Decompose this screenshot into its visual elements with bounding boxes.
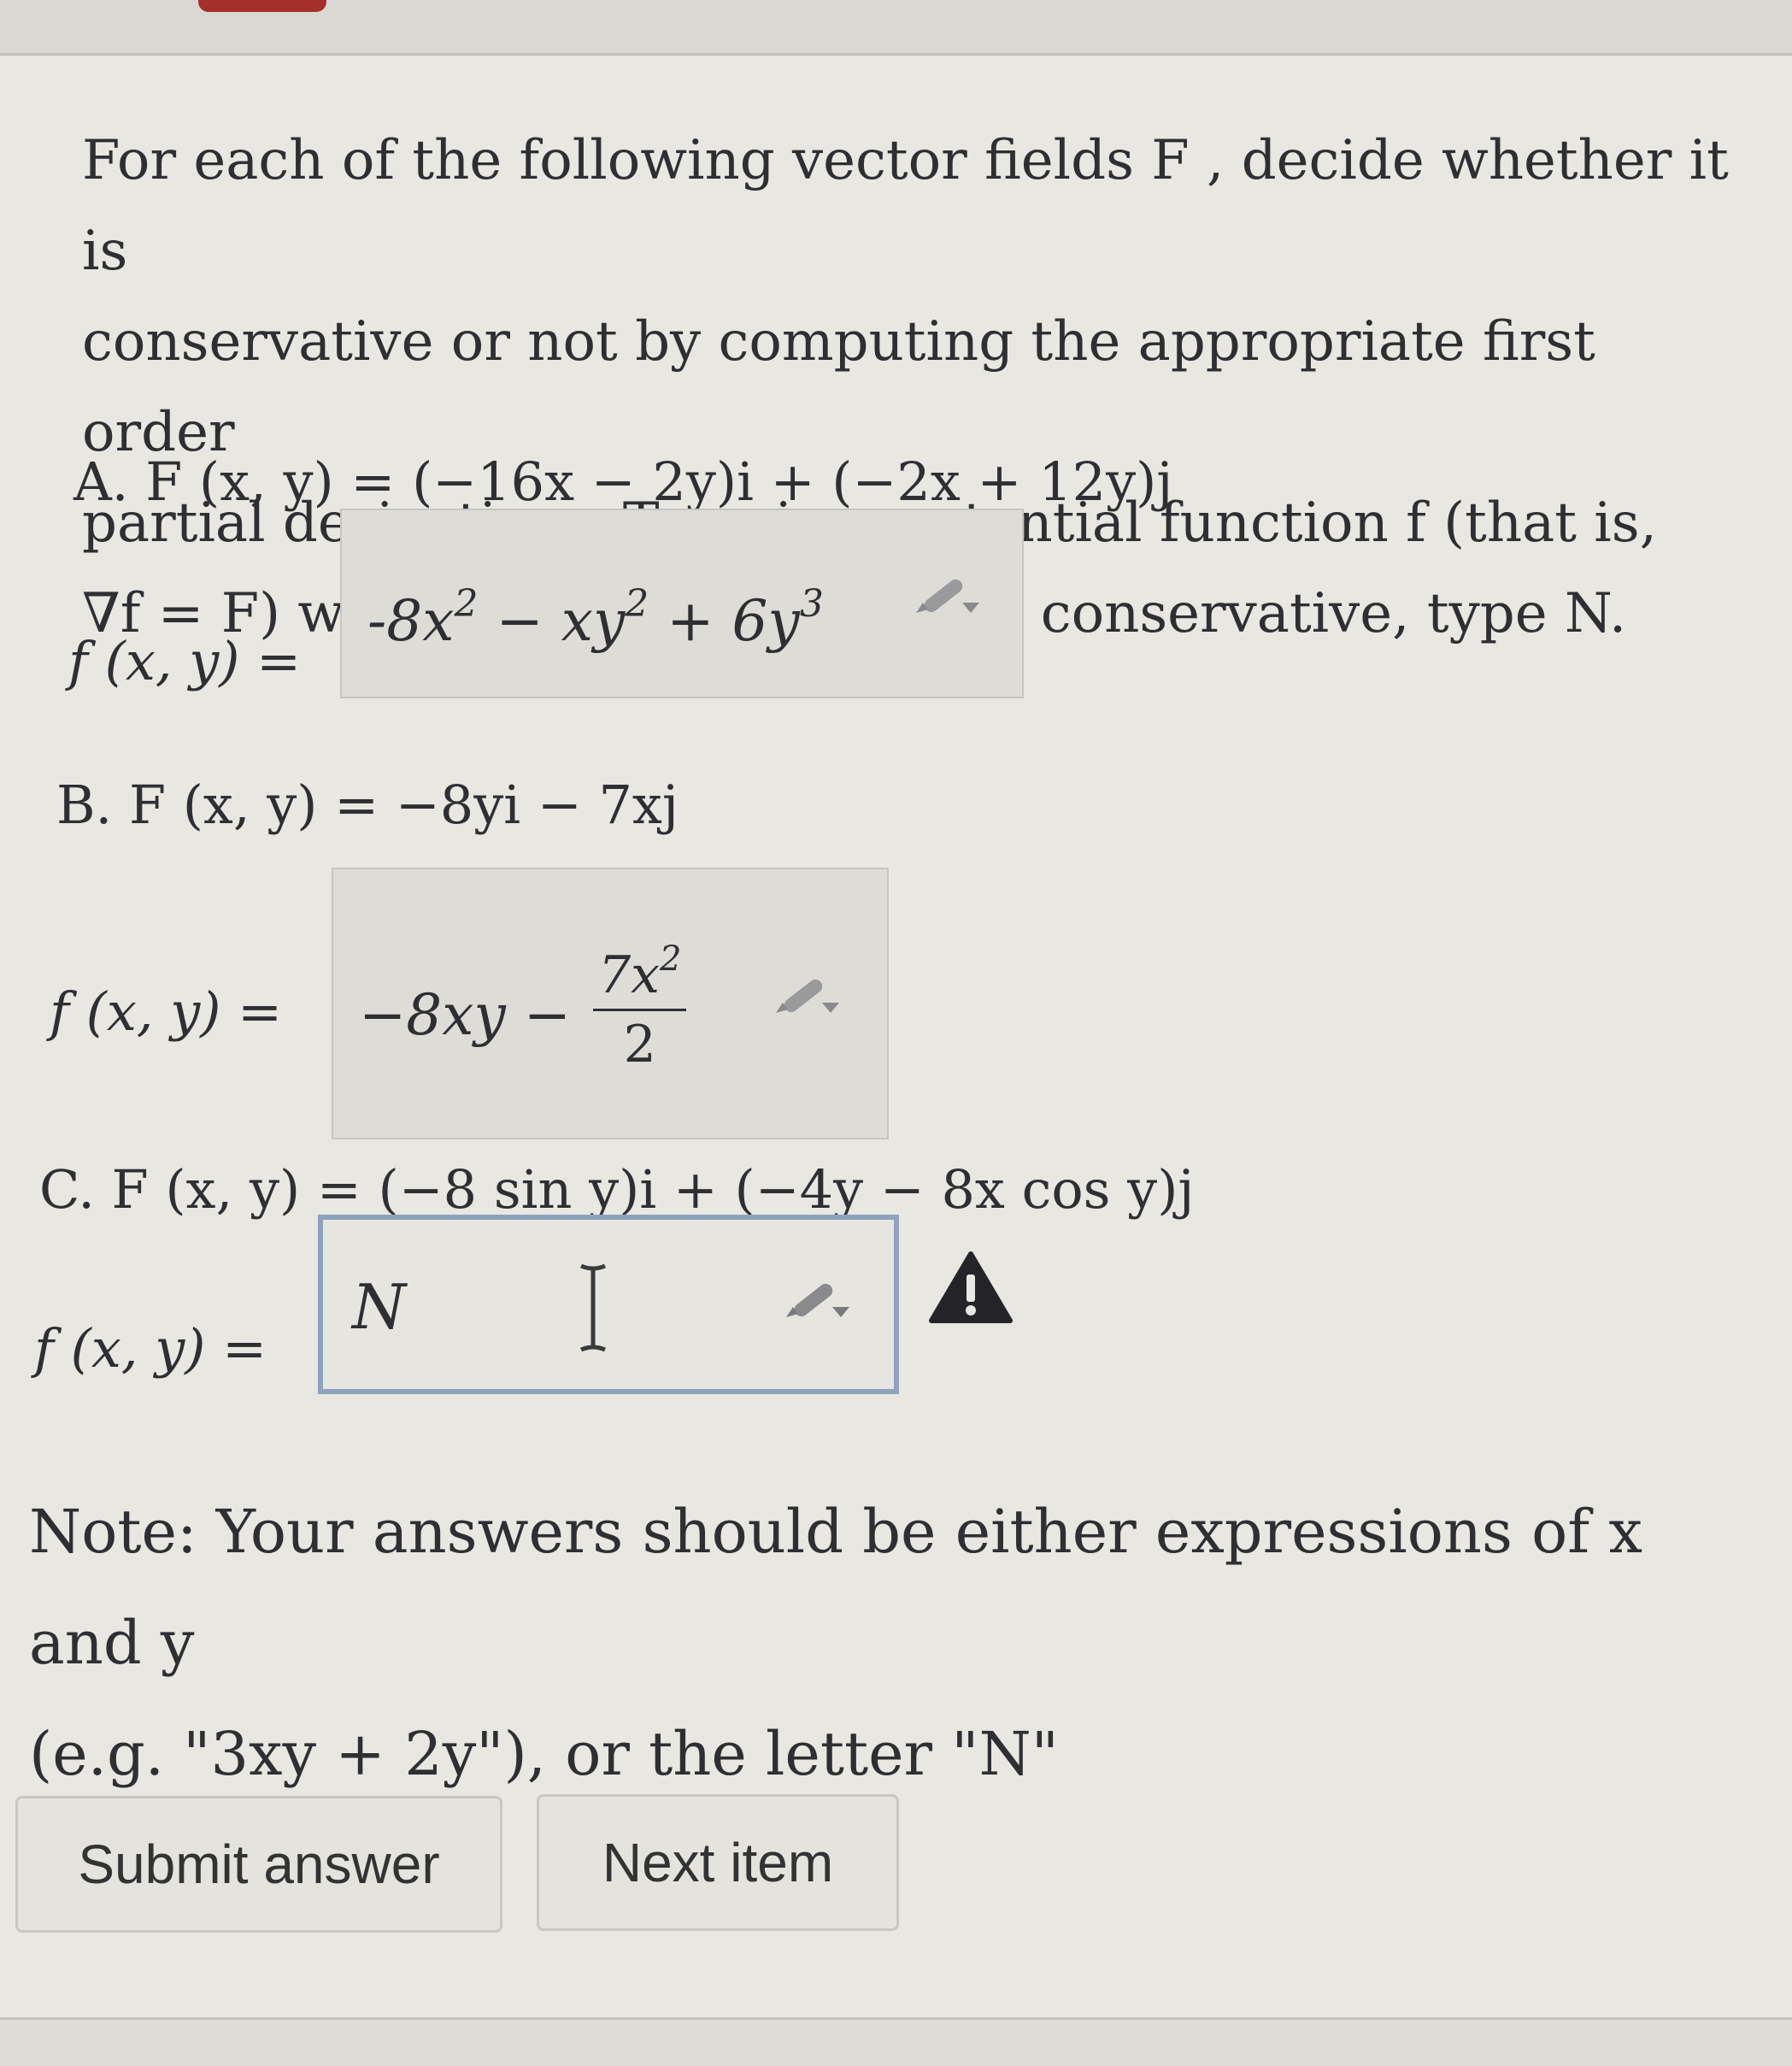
part-c-answer-input[interactable]: N [318, 1215, 899, 1394]
top-bar [0, 0, 1792, 60]
question-card: For each of the following vector fields … [0, 53, 1792, 2022]
part-a-label: f (x, y) = [68, 630, 301, 692]
text-cursor-icon [580, 1263, 606, 1352]
part-a-answer-box[interactable]: -8x2 − xy2 + 6y3 [340, 509, 1024, 698]
answer-format-note: Note: Your answers should be either expr… [29, 1476, 1772, 1810]
next-item-button[interactable]: Next item [537, 1794, 899, 1931]
part-b-fraction: 7x2 2 [593, 939, 687, 1074]
part-b-label-text: f (x, y) = [50, 980, 283, 1043]
part-a-pencil-icon[interactable] [909, 570, 986, 621]
note-line-1: Note: Your answers should be either expr… [29, 1497, 1642, 1678]
warning-icon[interactable] [928, 1251, 1014, 1324]
part-b-label: f (x, y) = [50, 980, 282, 1043]
top-tab-chip [198, 0, 326, 12]
note-line-2: (e.g. "3xy + 2y"), or the letter "N" [29, 1719, 1059, 1789]
part-b-prompt: B. F (x, y) = −8yi − 7xj [56, 774, 679, 836]
part-a-exp-1: 2 [454, 582, 479, 626]
part-a-term-1: -8x [367, 588, 455, 654]
part-b-answer-box[interactable]: −8xy − 7x2 2 [332, 868, 889, 1139]
part-b-answer-lead: −8xy − [359, 982, 572, 1048]
part-c-answer: N [352, 1271, 406, 1343]
part-a-label-text: f (x, y) = [68, 630, 302, 692]
part-c-label-text: f (x, y) = [34, 1317, 267, 1380]
part-b-numerator-exp: 2 [660, 939, 682, 979]
part-a-term-3: + 6y [649, 588, 800, 654]
bottom-edge [0, 2017, 1792, 2066]
part-a-term-2: − xy [478, 588, 626, 654]
part-b-fraction-numerator: 7x2 [593, 939, 687, 1011]
part-c-pencil-icon[interactable] [779, 1274, 856, 1326]
part-a-exp-3: 3 [799, 582, 824, 626]
submit-answer-button[interactable]: Submit answer [15, 1796, 502, 1933]
instructions-line-1: For each of the following vector fields … [82, 129, 1729, 283]
part-c-label: f (x, y) = [34, 1317, 267, 1380]
part-b-fraction-denominator: 2 [623, 1015, 656, 1074]
part-c-prompt: C. F (x, y) = (−8 sin y)i + (−4y − 8x co… [39, 1158, 1195, 1221]
part-a-answer: -8x2 − xy2 + 6y3 [367, 582, 824, 654]
part-b-numerator-text: 7x [598, 945, 661, 1005]
part-b-pencil-icon[interactable] [769, 970, 846, 1021]
part-a-exp-2: 2 [625, 582, 649, 626]
part-a-prompt: A. F (x, y) = (−16x − 2y)i + (−2x + 12y)… [73, 450, 1173, 513]
